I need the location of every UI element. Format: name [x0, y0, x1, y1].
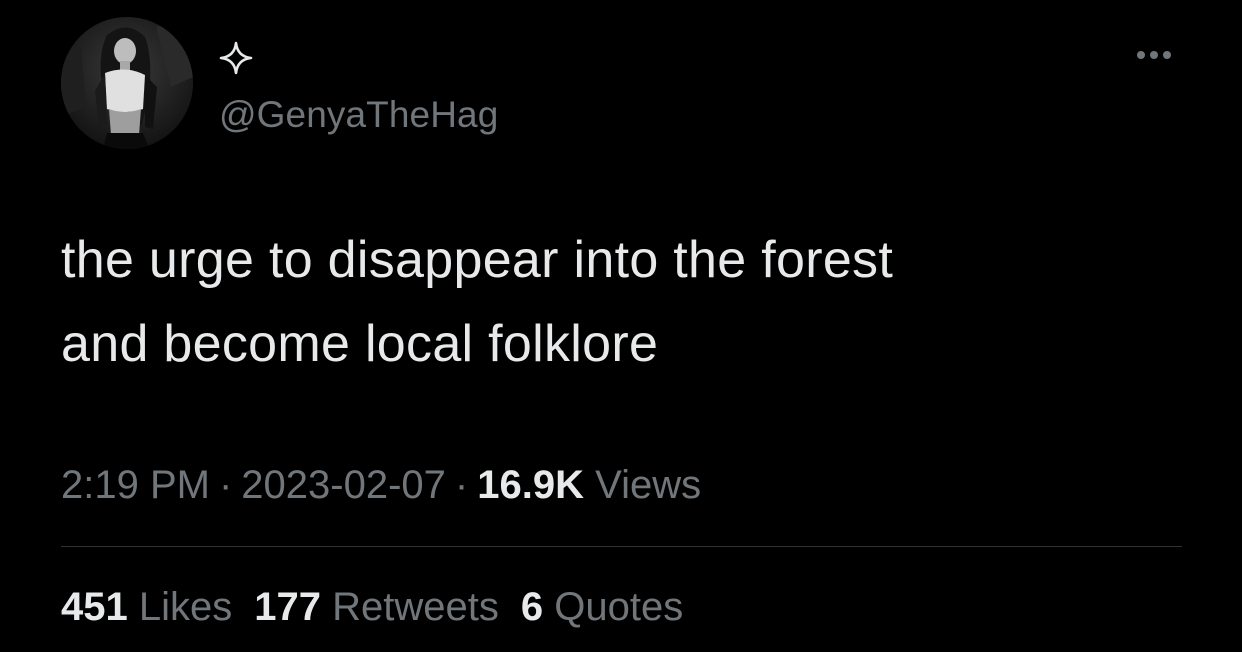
retweets-label: Retweets: [332, 585, 499, 629]
divider: [61, 546, 1182, 547]
quotes-count: 6: [520, 585, 544, 629]
meta-separator: ·: [454, 463, 469, 507]
more-dot-icon: [1150, 51, 1158, 59]
views-count: 16.9K: [477, 463, 584, 507]
tweet: @GenyaTheHag the urge to disappear into …: [0, 0, 1242, 652]
tweet-text-line: and become local folklore: [61, 315, 659, 373]
sparkle-icon: [219, 41, 253, 75]
tweet-stats: 451 Likes 177 Retweets 6 Quotes: [61, 580, 683, 634]
display-name[interactable]: [219, 40, 253, 76]
retweets-count: 177: [254, 585, 322, 629]
tweet-text-line: the urge to disappear into the forest: [61, 231, 894, 289]
more-options-button[interactable]: [1128, 40, 1180, 70]
tweet-date[interactable]: 2023-02-07: [241, 463, 446, 507]
likes-count: 451: [61, 585, 128, 629]
meta-separator: ·: [218, 463, 233, 507]
views-label: Views: [595, 463, 702, 507]
likes-stat[interactable]: 451 Likes: [61, 580, 232, 634]
likes-label: Likes: [138, 585, 233, 629]
tweet-text: the urge to disappear into the forest an…: [61, 218, 1191, 386]
tweet-meta: 2:19 PM · 2023-02-07 · 16.9K Views: [61, 458, 701, 512]
avatar[interactable]: [61, 17, 193, 149]
more-dot-icon: [1163, 51, 1171, 59]
quotes-stat[interactable]: 6 Quotes: [521, 580, 683, 634]
user-handle[interactable]: @GenyaTheHag: [219, 91, 498, 139]
quotes-label: Quotes: [554, 585, 684, 629]
more-dot-icon: [1137, 51, 1145, 59]
profile-photo-icon: [61, 17, 193, 149]
tweet-time[interactable]: 2:19 PM: [61, 463, 210, 507]
retweets-stat[interactable]: 177 Retweets: [254, 580, 499, 634]
